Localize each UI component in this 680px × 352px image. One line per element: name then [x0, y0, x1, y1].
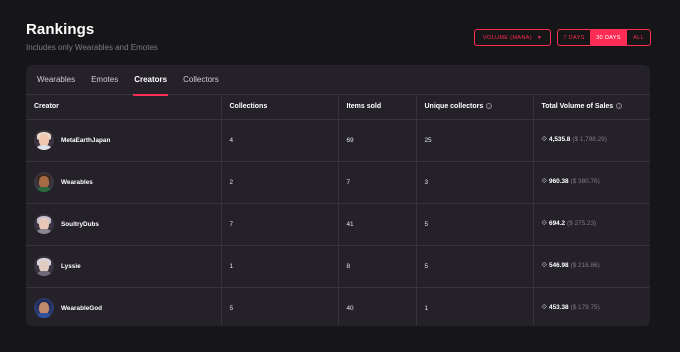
- table-row[interactable]: MetaEarthJapan 4 69 25 ⟐ 4,535.8 ($ 1,798.…: [26, 119, 650, 162]
- mana-icon: ⟐: [541, 220, 548, 227]
- volume-mana: 4,535.8: [549, 136, 571, 143]
- rankings-table: Creator Collections Items sold Unique co…: [26, 95, 650, 326]
- creator-name[interactable]: WearableGod: [61, 305, 102, 312]
- volume-usd: ($ 1,798.29): [572, 136, 607, 143]
- ranking-controls: VOLUME (MANA) ▼ 7 DAYS 30 DAYS ALL: [474, 29, 651, 46]
- unique-collectors-cell: 1: [416, 287, 534, 326]
- column-header-unique-collectors[interactable]: Unique collectors i: [416, 95, 534, 120]
- page-subtitle: Includes only Wearables and Emotes: [26, 43, 158, 52]
- tab-emotes[interactable]: Emotes: [91, 65, 118, 95]
- page-header: Rankings Includes only Wearables and Emo…: [26, 21, 158, 52]
- volume-mana: 453.38: [549, 304, 569, 311]
- creator-avatar[interactable]: [34, 298, 54, 318]
- tab-collectors[interactable]: Collectors: [183, 65, 219, 95]
- table-row[interactable]: WearableGod 5 40 1 ⟐ 453.38 ($ 179.75): [26, 287, 650, 326]
- column-header-collections[interactable]: Collections: [221, 95, 339, 120]
- volume-cell: ⟐ 960.38 ($ 380.76): [533, 161, 650, 204]
- range-all-button[interactable]: ALL: [627, 30, 650, 45]
- creator-name[interactable]: Wearables: [61, 179, 93, 186]
- items-sold-cell: 7: [338, 161, 417, 204]
- volume-usd: ($ 380.76): [570, 178, 600, 185]
- items-sold-cell: 40: [338, 287, 417, 326]
- items-sold-cell: 69: [338, 119, 417, 162]
- collections-cell: 7: [221, 203, 339, 246]
- unique-collectors-label: Unique collectors: [424, 103, 484, 111]
- volume-dropdown[interactable]: VOLUME (MANA) ▼: [474, 29, 551, 46]
- range-7-days-button[interactable]: 7 DAYS: [558, 30, 591, 45]
- creator-cell: Wearables: [26, 161, 222, 204]
- volume-cell: ⟐ 453.38 ($ 179.75): [533, 287, 650, 326]
- volume-usd: ($ 216.86): [570, 262, 600, 269]
- collections-cell: 2: [221, 161, 339, 204]
- rankings-tabs: Wearables Emotes Creators Collectors: [26, 65, 650, 96]
- time-range-selector: 7 DAYS 30 DAYS ALL: [557, 29, 651, 46]
- unique-collectors-cell: 25: [416, 119, 534, 162]
- table-row[interactable]: Lyssie 1 8 5 ⟐ 546.98 ($ 216.86): [26, 245, 650, 288]
- creator-cell: WearableGod: [26, 287, 222, 326]
- collections-cell: 5: [221, 287, 339, 326]
- creator-name[interactable]: MetaEarthJapan: [61, 137, 110, 144]
- creator-name[interactable]: Lyssie: [61, 263, 81, 270]
- tab-creators[interactable]: Creators: [133, 65, 169, 96]
- unique-collectors-cell: 3: [416, 161, 534, 204]
- items-sold-cell: 8: [338, 245, 417, 288]
- volume-cell: ⟐ 546.98 ($ 216.86): [533, 245, 650, 288]
- unique-collectors-cell: 5: [416, 203, 534, 246]
- caret-down-icon: ▼: [536, 34, 543, 41]
- column-header-total-volume[interactable]: Total Volume of Sales i: [533, 95, 650, 120]
- creator-cell: Lyssie: [26, 245, 222, 288]
- items-sold-cell: 41: [338, 203, 417, 246]
- column-header-creator[interactable]: Creator: [26, 95, 222, 120]
- page-title: Rankings: [26, 21, 95, 38]
- unique-collectors-cell: 5: [416, 245, 534, 288]
- creator-cell: SoultryDubs: [26, 203, 222, 246]
- volume-cell: ⟐ 4,535.8 ($ 1,798.29): [533, 119, 650, 162]
- mana-icon: ⟐: [541, 178, 548, 185]
- creator-avatar[interactable]: [34, 172, 54, 192]
- volume-usd: ($ 179.75): [570, 304, 600, 311]
- volume-cell: ⟐ 694.2 ($ 275.23): [533, 203, 650, 246]
- range-30-days-button[interactable]: 30 DAYS: [591, 30, 627, 45]
- creator-name[interactable]: SoultryDubs: [61, 221, 99, 228]
- volume-usd: ($ 275.23): [567, 220, 597, 227]
- mana-icon: ⟐: [541, 304, 548, 311]
- creator-avatar[interactable]: [34, 256, 54, 276]
- info-icon[interactable]: i: [616, 103, 623, 110]
- creator-cell: MetaEarthJapan: [26, 119, 222, 162]
- column-header-items-sold[interactable]: Items sold: [338, 95, 417, 120]
- volume-mana: 546.98: [549, 262, 569, 269]
- table-header-row: Creator Collections Items sold Unique co…: [26, 95, 650, 120]
- info-icon[interactable]: i: [486, 103, 493, 110]
- volume-mana: 694.2: [549, 220, 566, 227]
- total-volume-label: Total Volume of Sales: [541, 103, 614, 111]
- mana-icon: ⟐: [541, 262, 548, 269]
- table-row[interactable]: Wearables 2 7 3 ⟐ 960.38 ($ 380.76): [26, 161, 650, 204]
- rankings-card: Wearables Emotes Creators Collectors Cre…: [26, 65, 650, 326]
- creator-avatar[interactable]: [34, 214, 54, 234]
- collections-cell: 4: [221, 119, 339, 162]
- tab-wearables[interactable]: Wearables: [37, 65, 75, 95]
- collections-cell: 1: [221, 245, 339, 288]
- mana-icon: ⟐: [541, 136, 548, 143]
- volume-mana: 960.38: [549, 178, 569, 185]
- volume-dropdown-label: VOLUME (MANA): [482, 34, 532, 41]
- creator-avatar[interactable]: [34, 130, 54, 150]
- table-row[interactable]: SoultryDubs 7 41 5 ⟐ 694.2 ($ 275.23): [26, 203, 650, 246]
